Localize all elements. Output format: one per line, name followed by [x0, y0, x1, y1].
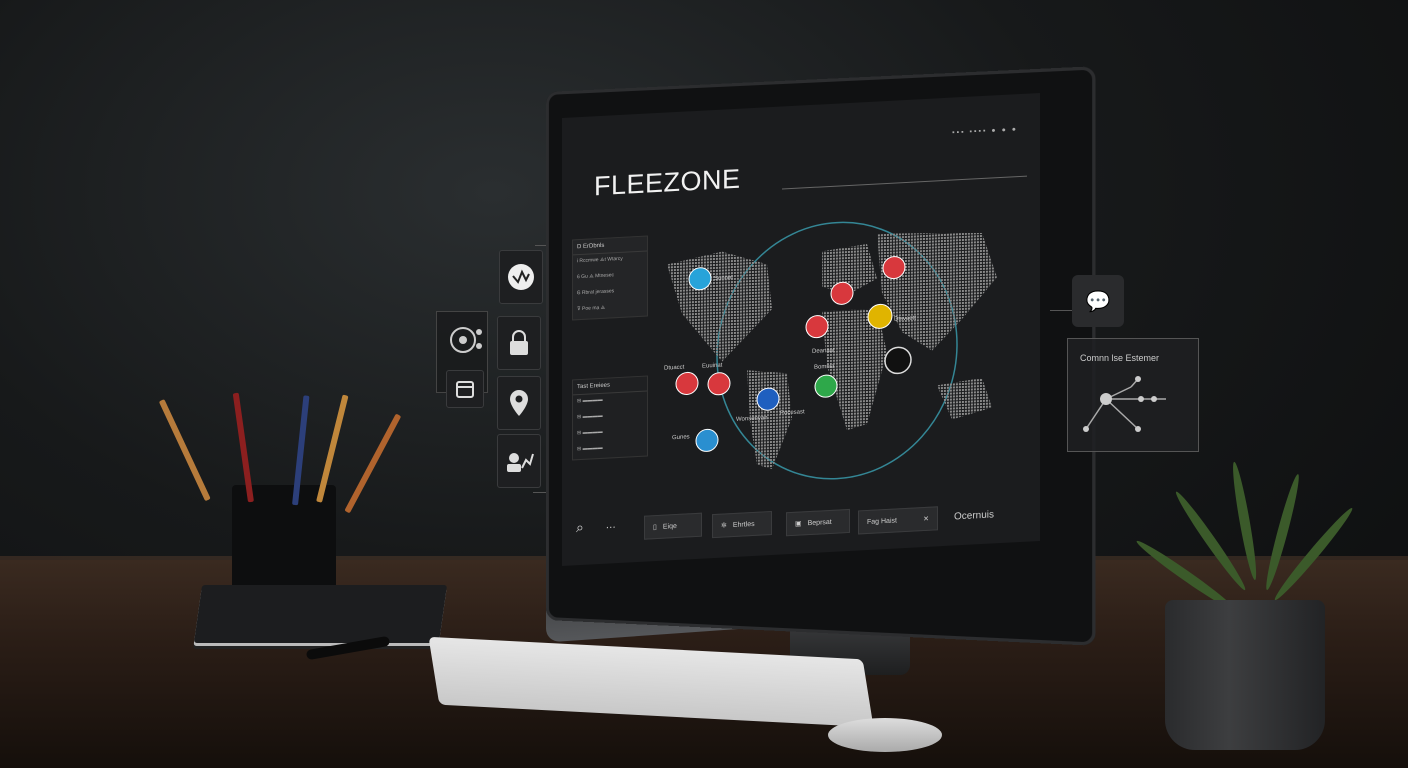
connector-line	[1050, 310, 1072, 311]
activity-tile[interactable]	[499, 250, 543, 304]
chat-button[interactable]: 💬	[1072, 275, 1124, 327]
marker-pin-blue[interactable]	[695, 428, 719, 452]
panel-row[interactable]: ⊽ Poe ma ⟁	[573, 300, 647, 320]
marker-lock-white[interactable]	[884, 346, 912, 375]
map-label: Dtsvaett	[894, 315, 916, 322]
close-icon[interactable]: ✕	[923, 515, 929, 523]
mouse	[828, 718, 942, 752]
target-icon	[450, 327, 482, 353]
map-label: Pocesast	[780, 409, 805, 416]
marker-ring[interactable]	[688, 267, 712, 291]
marker-fingerprint[interactable]	[675, 371, 699, 395]
search-control[interactable]: ⌕ ⋯	[576, 517, 616, 536]
toolbar-button-label: Ehrtles	[732, 520, 755, 529]
continent-australia	[937, 377, 992, 420]
toolbar-button-4[interactable]: Fag Haist ✕	[858, 506, 938, 535]
image-icon: ▣	[795, 520, 802, 528]
plant-pot	[1165, 600, 1325, 750]
marker-sync[interactable]	[867, 303, 893, 329]
marker-lock[interactable]	[707, 372, 731, 396]
marker-bag[interactable]	[882, 256, 906, 280]
marker-shield[interactable]	[814, 374, 838, 398]
calendar-tile[interactable]	[446, 370, 484, 408]
notebook	[193, 585, 448, 643]
world-map[interactable]: Sunnel Dtuacct Euuinat Pocesast Gunes Wo…	[662, 207, 1002, 495]
continent-asia	[877, 232, 997, 351]
search-more: ⋯	[605, 522, 616, 534]
continent-north-america	[667, 251, 772, 362]
app-title: FLEEZONE	[594, 163, 741, 202]
chart-icon	[507, 453, 534, 472]
screen: FLEEZONE ▪▪▪ ▪▪▪▪ ● ● ● D ErDbnls Ꭵ Rccm…	[562, 92, 1040, 566]
pencil	[344, 413, 402, 514]
toolbar-button-label: Fag Haist	[867, 516, 897, 526]
toolbar-button-3[interactable]: ▣ Beprsat	[786, 508, 850, 537]
map-label: Euuinat	[702, 363, 723, 370]
activity-icon	[508, 264, 534, 290]
toolbar-button-label: Beprsat	[807, 518, 832, 527]
map-label: Sunnel	[714, 275, 733, 282]
pencil	[158, 399, 211, 502]
toolbar-button-1[interactable]: ▯ Eiqe	[644, 512, 702, 540]
lock-icon	[510, 330, 528, 355]
chat-bubble-icon: 💬	[1085, 290, 1111, 313]
toolbar-button-label: Eiqe	[662, 522, 677, 531]
location-pin-icon	[510, 390, 528, 416]
panel-row[interactable]: ⊟ ▬▬▬▬	[573, 440, 647, 460]
search-icon: ⌕	[576, 518, 584, 536]
left-panel-1: D ErDbnls Ꭵ Rccmwe ⟁t Wtarcy 6 Gu ⟁ Mtne…	[572, 235, 648, 321]
left-panel-2: Tast Ereiees ⊟ ▬▬▬▬ ⊟ ▬▬▬▬ ⊟ ▬▬▬▬ ⊟ ▬▬▬▬	[572, 375, 648, 461]
toolbar-right-label[interactable]: Ocernuis	[954, 509, 994, 522]
calendar-icon	[456, 381, 474, 398]
doc-icon: ▯	[653, 524, 657, 532]
map-label: Gunes	[672, 434, 690, 441]
header-divider	[782, 175, 1027, 190]
map-label: Bomnia	[814, 364, 835, 371]
lock-tile[interactable]	[497, 316, 541, 370]
marker-pin-red[interactable]	[830, 281, 854, 305]
marker-lock-blue[interactable]	[756, 387, 780, 411]
marker-face[interactable]	[805, 315, 829, 339]
location-tile[interactable]	[497, 376, 541, 430]
toolbar-button-2[interactable]: ✲ Ehrtles	[712, 510, 772, 539]
header-indicators: ▪▪▪ ▪▪▪▪ ● ● ●	[952, 126, 1018, 137]
right-card-title: Comnn lse Estemer	[1080, 353, 1160, 363]
map-label: Dtuacct	[664, 365, 685, 372]
network-icon	[1083, 376, 1166, 432]
gear-icon: ✲	[721, 522, 727, 530]
chart-tile[interactable]	[497, 434, 541, 488]
right-network-card: Comnn lse Estemer	[1067, 338, 1199, 452]
map-label: Deanaat	[812, 348, 835, 355]
